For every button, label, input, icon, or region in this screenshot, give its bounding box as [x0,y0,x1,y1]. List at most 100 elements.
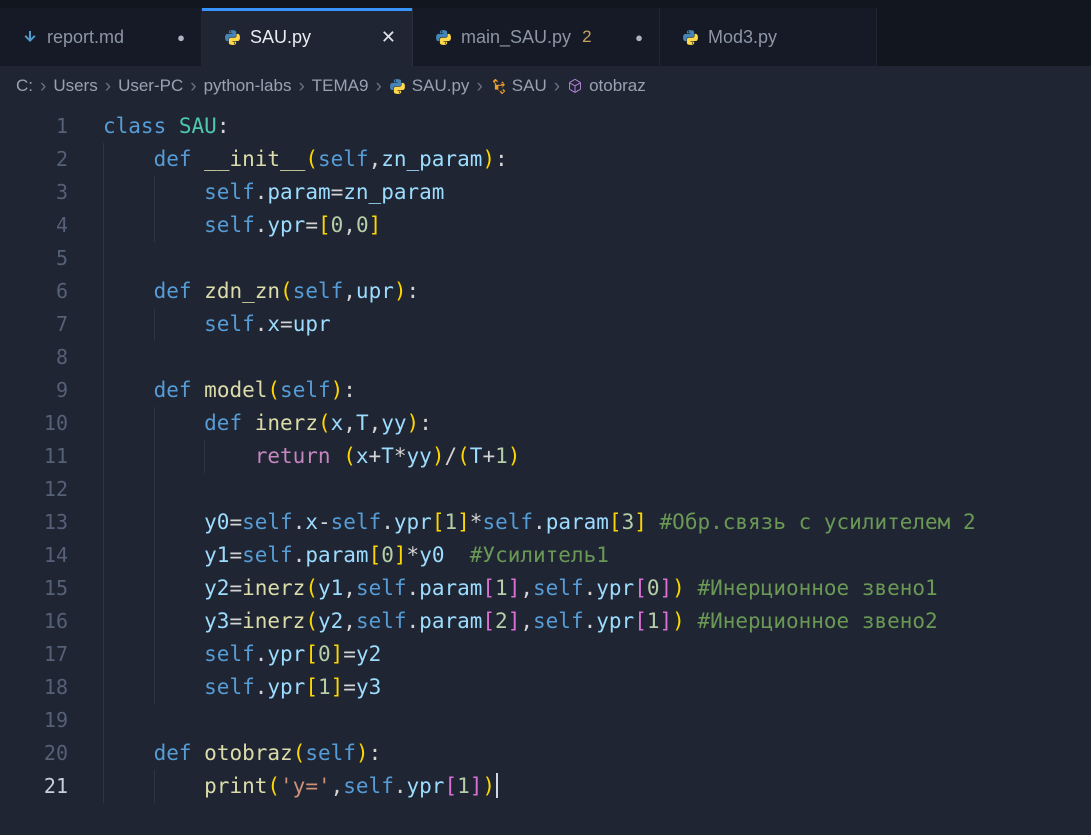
line-number: 1 [0,110,68,143]
code-text: def __init__(self,zn_param): [103,143,508,176]
tab-main-sau-py[interactable]: main_SAU.py2● [413,8,660,66]
line-number: 2 [0,143,68,176]
code-text: y1=self.param[0]*y0 #Усилитель1 [103,539,609,572]
breadcrumb-item-python-labs[interactable]: python-labs [204,76,292,96]
indent-guide [103,572,104,605]
breadcrumb-item-users[interactable]: Users [53,76,97,96]
method-icon [567,78,583,94]
markdown-icon [22,29,38,45]
code-text: y3=inerz(y2,self.param[2],self.ypr[1]) #… [103,605,938,638]
indent-guide [103,638,104,671]
chevron-right-icon: › [183,77,203,96]
code-line[interactable]: 15 y2=inerz(y1,self.param[1],self.ypr[0]… [0,572,1091,605]
python-icon [224,29,241,46]
code-text: def zdn_zn(self,upr): [103,275,419,308]
breadcrumb-label: C: [16,76,33,96]
dirty-indicator: ● [177,30,185,45]
indent-guide [204,440,205,473]
code-line[interactable]: 19 [0,704,1091,737]
code-line[interactable]: 1 class SAU: [0,110,1091,143]
breadcrumb-item-user-pc[interactable]: User-PC [118,76,183,96]
breadcrumb-label: SAU.py [412,76,470,96]
line-number: 6 [0,275,68,308]
indent-guide [103,242,104,275]
breadcrumb-item-otobraz[interactable]: otobraz [567,76,646,96]
python-icon [435,29,452,46]
breadcrumb: C:›Users›User-PC›python-labs›TEMA9›SAU.p… [0,66,1091,106]
tab-bar: report.md● SAU.py ✕ main_SAU.py2●Mod3.py [0,0,1091,66]
tab-label: main_SAU.py [461,27,571,48]
breadcrumb-item-sau[interactable]: SAU [490,76,547,96]
code-line[interactable]: 9 def model(self): [0,374,1091,407]
line-number: 18 [0,671,68,704]
line-number: 16 [0,605,68,638]
code-line[interactable]: 2 def __init__(self,zn_param): [0,143,1091,176]
indent-guide [103,770,104,803]
chevron-right-icon: › [547,77,567,96]
code-line[interactable]: 6 def zdn_zn(self,upr): [0,275,1091,308]
code-line[interactable]: 12 [0,473,1091,506]
line-number: 13 [0,506,68,539]
editor[interactable]: 1class SAU:2 def __init__(self,zn_param)… [0,106,1091,803]
indent-guide [154,638,155,671]
code-line[interactable]: 11 return (x+T*yy)/(T+1) [0,440,1091,473]
chevron-right-icon: › [368,77,388,96]
indent-guide [154,308,155,341]
indent-guide [154,671,155,704]
code-text: y2=inerz(y1,self.param[1],self.ypr[0]) #… [103,572,938,605]
line-number: 11 [0,440,68,473]
tab-mod3-py[interactable]: Mod3.py [660,8,877,66]
code-line[interactable]: 16 y3=inerz(y2,self.param[2],self.ypr[1]… [0,605,1091,638]
code-line[interactable]: 5 [0,242,1091,275]
code-line[interactable]: 14 y1=self.param[0]*y0 #Усилитель1 [0,539,1091,572]
breadcrumb-item-tema9[interactable]: TEMA9 [312,76,369,96]
line-number: 19 [0,704,68,737]
indent-guide [154,539,155,572]
code-text: self.ypr[0]=y2 [103,638,381,671]
code-line[interactable]: 21 print('y=',self.ypr[1]) [0,770,1091,803]
code-line[interactable]: 8 [0,341,1091,374]
breadcrumb-item-sau-py[interactable]: SAU.py [389,76,470,96]
breadcrumb-label: python-labs [204,76,292,96]
indent-guide [154,440,155,473]
breadcrumb-label: otobraz [589,76,646,96]
indent-guide [103,473,104,506]
indent-guide [103,209,104,242]
line-number: 20 [0,737,68,770]
code-line[interactable]: 13 y0=self.x-self.ypr[1]*self.param[3] #… [0,506,1091,539]
code-line[interactable]: 20 def otobraz(self): [0,737,1091,770]
code-text: self.param=zn_param [103,176,444,209]
code-text: class SAU: [103,110,229,143]
line-number: 15 [0,572,68,605]
line-number: 7 [0,308,68,341]
code-text: def otobraz(self): [103,737,381,770]
code-line[interactable]: 3 self.param=zn_param [0,176,1091,209]
indent-guide [154,209,155,242]
breadcrumb-label: TEMA9 [312,76,369,96]
indent-guide [103,143,104,176]
line-number: 10 [0,407,68,440]
breadcrumb-label: Users [53,76,97,96]
tab-report-md[interactable]: report.md● [0,8,202,66]
code-text: def inerz(x,T,yy): [103,407,432,440]
breadcrumb-item-c-[interactable]: C: [16,76,33,96]
indent-guide [103,671,104,704]
code-lines: 1class SAU:2 def __init__(self,zn_param)… [0,110,1091,803]
indent-guide [103,407,104,440]
chevron-right-icon: › [98,77,118,96]
tab-sau-py[interactable]: SAU.py ✕ [202,8,413,66]
python-icon [389,78,406,95]
code-line[interactable]: 4 self.ypr=[0,0] [0,209,1091,242]
code-line[interactable]: 18 self.ypr[1]=y3 [0,671,1091,704]
code-line[interactable]: 7 self.x=upr [0,308,1091,341]
breadcrumb-label: SAU [512,76,547,96]
chevron-right-icon: › [469,77,489,96]
tab-label: SAU.py [250,27,311,48]
code-text: self.x=upr [103,308,331,341]
indent-guide [103,374,104,407]
code-text: y0=self.x-self.ypr[1]*self.param[3] #Обр… [103,506,976,539]
code-line[interactable]: 17 self.ypr[0]=y2 [0,638,1091,671]
close-icon[interactable]: ✕ [381,28,396,46]
indent-guide [154,605,155,638]
code-line[interactable]: 10 def inerz(x,T,yy): [0,407,1091,440]
